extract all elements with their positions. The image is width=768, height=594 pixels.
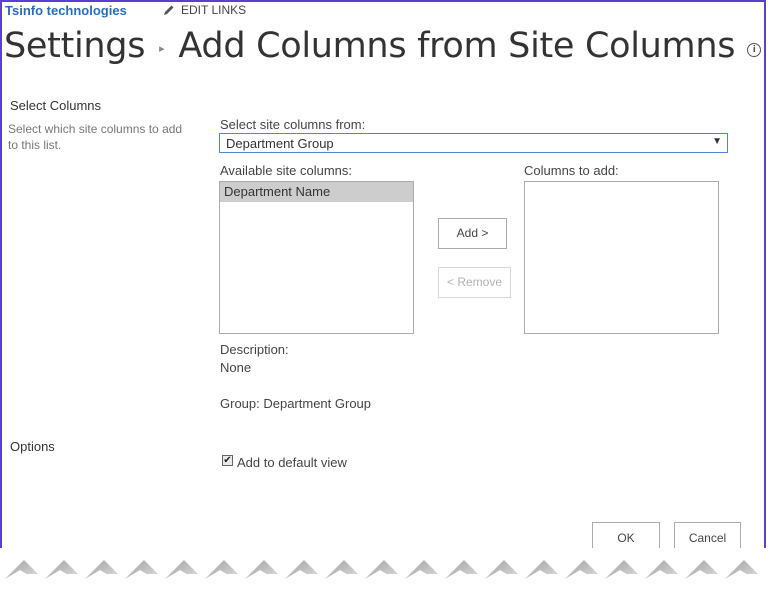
select-columns-description: Select which site columns to add to this… bbox=[8, 122, 183, 152]
list-item[interactable]: Department Name bbox=[220, 182, 413, 202]
breadcrumb-separator-icon: ▸ bbox=[159, 41, 165, 55]
available-columns-label: Available site columns: bbox=[220, 163, 352, 178]
page-title: Settings ▸ Add Columns from Site Columns… bbox=[4, 26, 762, 66]
add-default-view-label[interactable]: Add to default view bbox=[237, 455, 347, 470]
breadcrumb-settings[interactable]: Settings bbox=[4, 26, 145, 66]
page-heading: Add Columns from Site Columns bbox=[178, 26, 736, 66]
group-text: Group: Department Group bbox=[220, 396, 372, 411]
site-title-link[interactable]: Tsinfo technologies bbox=[5, 3, 127, 18]
description-label: Description: bbox=[220, 342, 289, 357]
edit-links-label: EDIT LINKS bbox=[181, 3, 247, 17]
torn-edge-decoration bbox=[0, 548, 768, 594]
pencil-icon bbox=[163, 4, 175, 16]
select-columns-title: Select Columns bbox=[10, 98, 102, 113]
site-columns-source-select[interactable]: Department Group ▼ bbox=[219, 133, 728, 153]
description-value: None bbox=[220, 360, 252, 375]
add-default-view-checkbox[interactable]: ✔ bbox=[222, 455, 233, 466]
source-select-value: Department Group bbox=[226, 136, 334, 151]
columns-to-add-list[interactable] bbox=[524, 181, 719, 334]
edit-links-button[interactable]: EDIT LINKS bbox=[163, 3, 246, 17]
options-title: Options bbox=[10, 439, 55, 454]
remove-button[interactable]: < Remove bbox=[438, 267, 511, 298]
available-columns-list[interactable]: Department Name bbox=[219, 181, 414, 334]
columns-to-add-label: Columns to add: bbox=[524, 163, 619, 178]
source-label: Select site columns from: bbox=[220, 117, 366, 132]
info-icon[interactable]: i bbox=[747, 43, 762, 57]
dropdown-arrow-icon: ▼ bbox=[712, 136, 722, 147]
add-button[interactable]: Add > bbox=[438, 218, 507, 249]
